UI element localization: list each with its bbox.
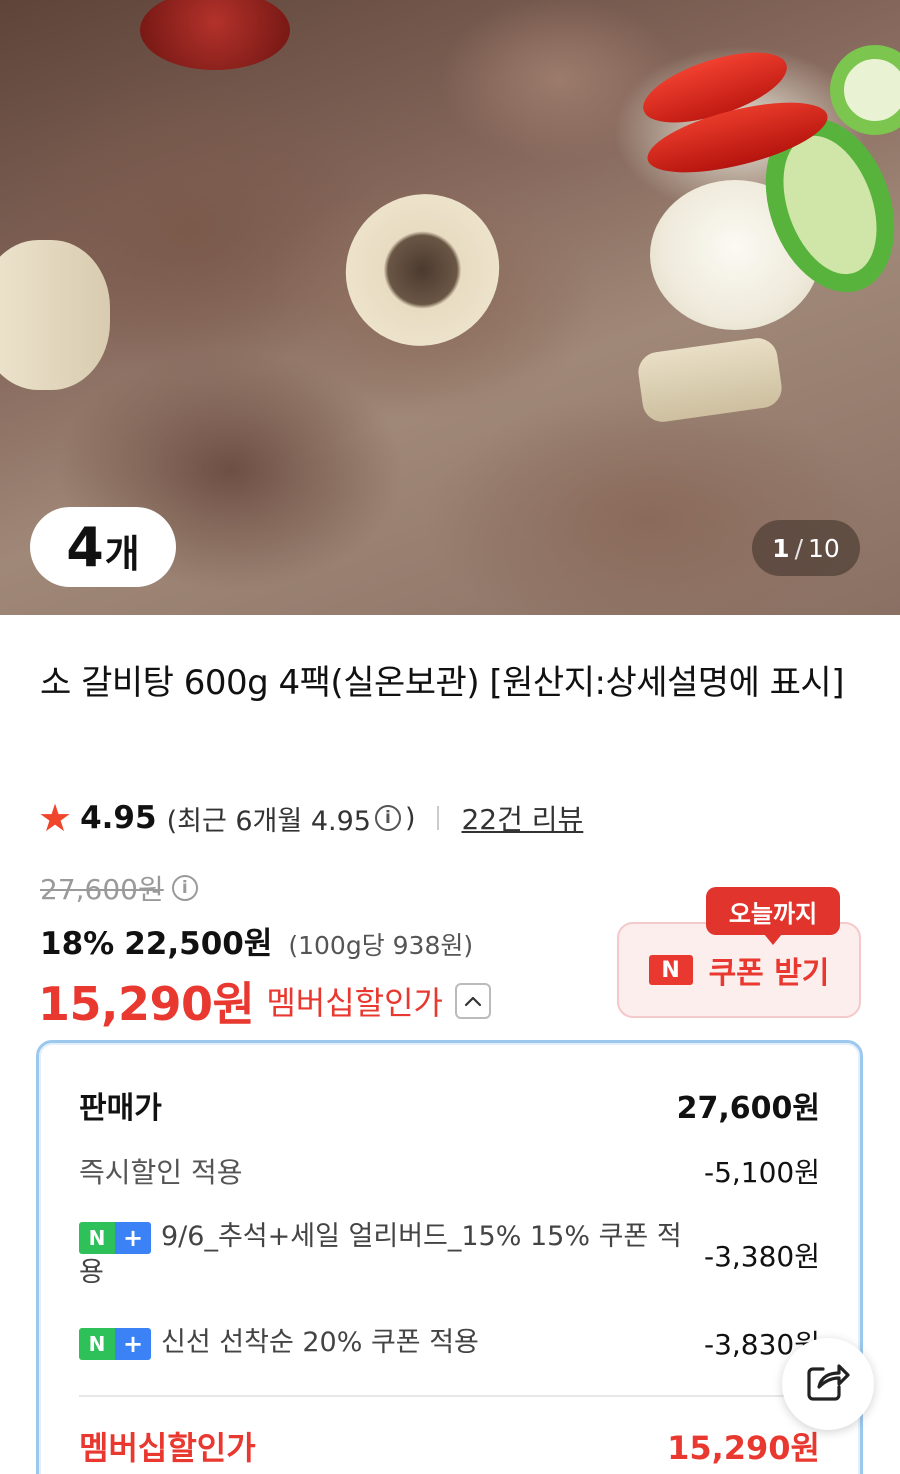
share-icon bbox=[805, 1361, 851, 1407]
recent-rating-close: ) bbox=[404, 802, 416, 834]
coupon-deadline-tag: 오늘까지 bbox=[706, 887, 840, 945]
divider bbox=[79, 1395, 820, 1397]
quantity-unit: 개 bbox=[104, 531, 140, 576]
info-icon[interactable]: i bbox=[374, 805, 401, 831]
total-value: 15,290원 bbox=[667, 1429, 820, 1467]
original-price: 27,600원 bbox=[40, 873, 164, 906]
jujube-decoration bbox=[140, 0, 290, 70]
coupon1-row: N +9/6_추석+세일 얼리버드_15% 15% 쿠폰 적용 -3,380원 bbox=[79, 1219, 820, 1291]
instant-discount-label: 즉시할인 적용 bbox=[79, 1156, 243, 1189]
list-price-row: 판매가 27,600원 bbox=[79, 1083, 820, 1127]
original-price-row: 27,600원 i bbox=[40, 868, 202, 908]
total-row: 멤버십할인가 15,290원 bbox=[79, 1423, 820, 1469]
unit-price: (100g당 938원) bbox=[288, 931, 474, 960]
naver-n-icon: N bbox=[648, 955, 693, 985]
coupon1-text: N +9/6_추석+세일 얼리버드_15% 15% 쿠폰 적용 bbox=[79, 1219, 689, 1291]
coupon2-text: N + 신선 선착순 20% 쿠폰 적용 bbox=[79, 1325, 479, 1361]
bone-decoration bbox=[315, 164, 530, 376]
coupon1-label: 9/6_추석+세일 얼리버드_15% 15% 쿠폰 적용 bbox=[79, 1221, 682, 1288]
recent-rating: (최근 6개월 4.95 bbox=[166, 805, 371, 837]
sale-price: 22,500원 bbox=[124, 926, 273, 962]
pager-separator: / bbox=[794, 533, 804, 563]
divider bbox=[437, 806, 440, 830]
product-image[interactable]: 4 개 1 / 10 bbox=[0, 0, 900, 615]
sale-price-row: 18% 22,500원 (100g당 938원) bbox=[40, 918, 473, 963]
review-count-link[interactable]: 22건 리뷰 bbox=[461, 798, 583, 838]
coupon2-label: 신선 선착순 20% 쿠폰 적용 bbox=[161, 1327, 479, 1358]
image-pager: 1 / 10 bbox=[752, 520, 860, 576]
bone-decoration bbox=[635, 335, 785, 425]
naver-plus-badge: N + bbox=[79, 1221, 151, 1254]
bone-decoration bbox=[0, 240, 110, 390]
member-price: 15,290원 bbox=[38, 977, 255, 1031]
star-icon: ★ bbox=[38, 796, 73, 840]
share-button[interactable] bbox=[782, 1338, 874, 1430]
rating-score: 4.95 bbox=[80, 800, 157, 836]
list-price-value: 27,600원 bbox=[676, 1091, 820, 1126]
product-title: 소 갈비탕 600g 4팩(실온보관) [원산지:상세설명에 표시] bbox=[40, 663, 844, 703]
total-label: 멤버십할인가 bbox=[79, 1429, 256, 1467]
coupon-download-button[interactable]: N 쿠폰 받기 bbox=[617, 922, 861, 1018]
list-price-label: 판매가 bbox=[79, 1091, 162, 1126]
quantity-number: 4 bbox=[66, 515, 104, 579]
instant-discount-row: 즉시할인 적용 -5,100원 bbox=[79, 1151, 820, 1191]
rating-row: ★ 4.95 (최근 6개월 4.95 i ) 22건 리뷰 bbox=[38, 796, 583, 840]
caret-up-icon[interactable] bbox=[454, 983, 491, 1019]
pepper-decoration bbox=[830, 45, 900, 135]
pager-total: 10 bbox=[808, 533, 840, 563]
info-icon[interactable]: i bbox=[171, 875, 198, 901]
pager-current: 1 bbox=[772, 533, 790, 563]
naver-plus-badge: N + bbox=[79, 1327, 151, 1360]
member-price-label: 멤버십할인가 bbox=[266, 984, 443, 1022]
instant-discount-value: -5,100원 bbox=[703, 1156, 820, 1189]
member-price-row: 15,290원 멤버십할인가 bbox=[38, 968, 491, 1034]
price-breakdown-panel: 판매가 27,600원 즉시할인 적용 -5,100원 N +9/6_추석+세일 … bbox=[36, 1040, 863, 1474]
coupon2-row: N + 신선 선착순 20% 쿠폰 적용 -3,830원 bbox=[79, 1323, 820, 1363]
quantity-badge: 4 개 bbox=[30, 507, 176, 587]
discount-rate: 18% bbox=[40, 926, 115, 962]
coupon1-value: -3,380원 bbox=[703, 1240, 820, 1273]
coupon-button-label: 쿠폰 받기 bbox=[708, 956, 830, 991]
